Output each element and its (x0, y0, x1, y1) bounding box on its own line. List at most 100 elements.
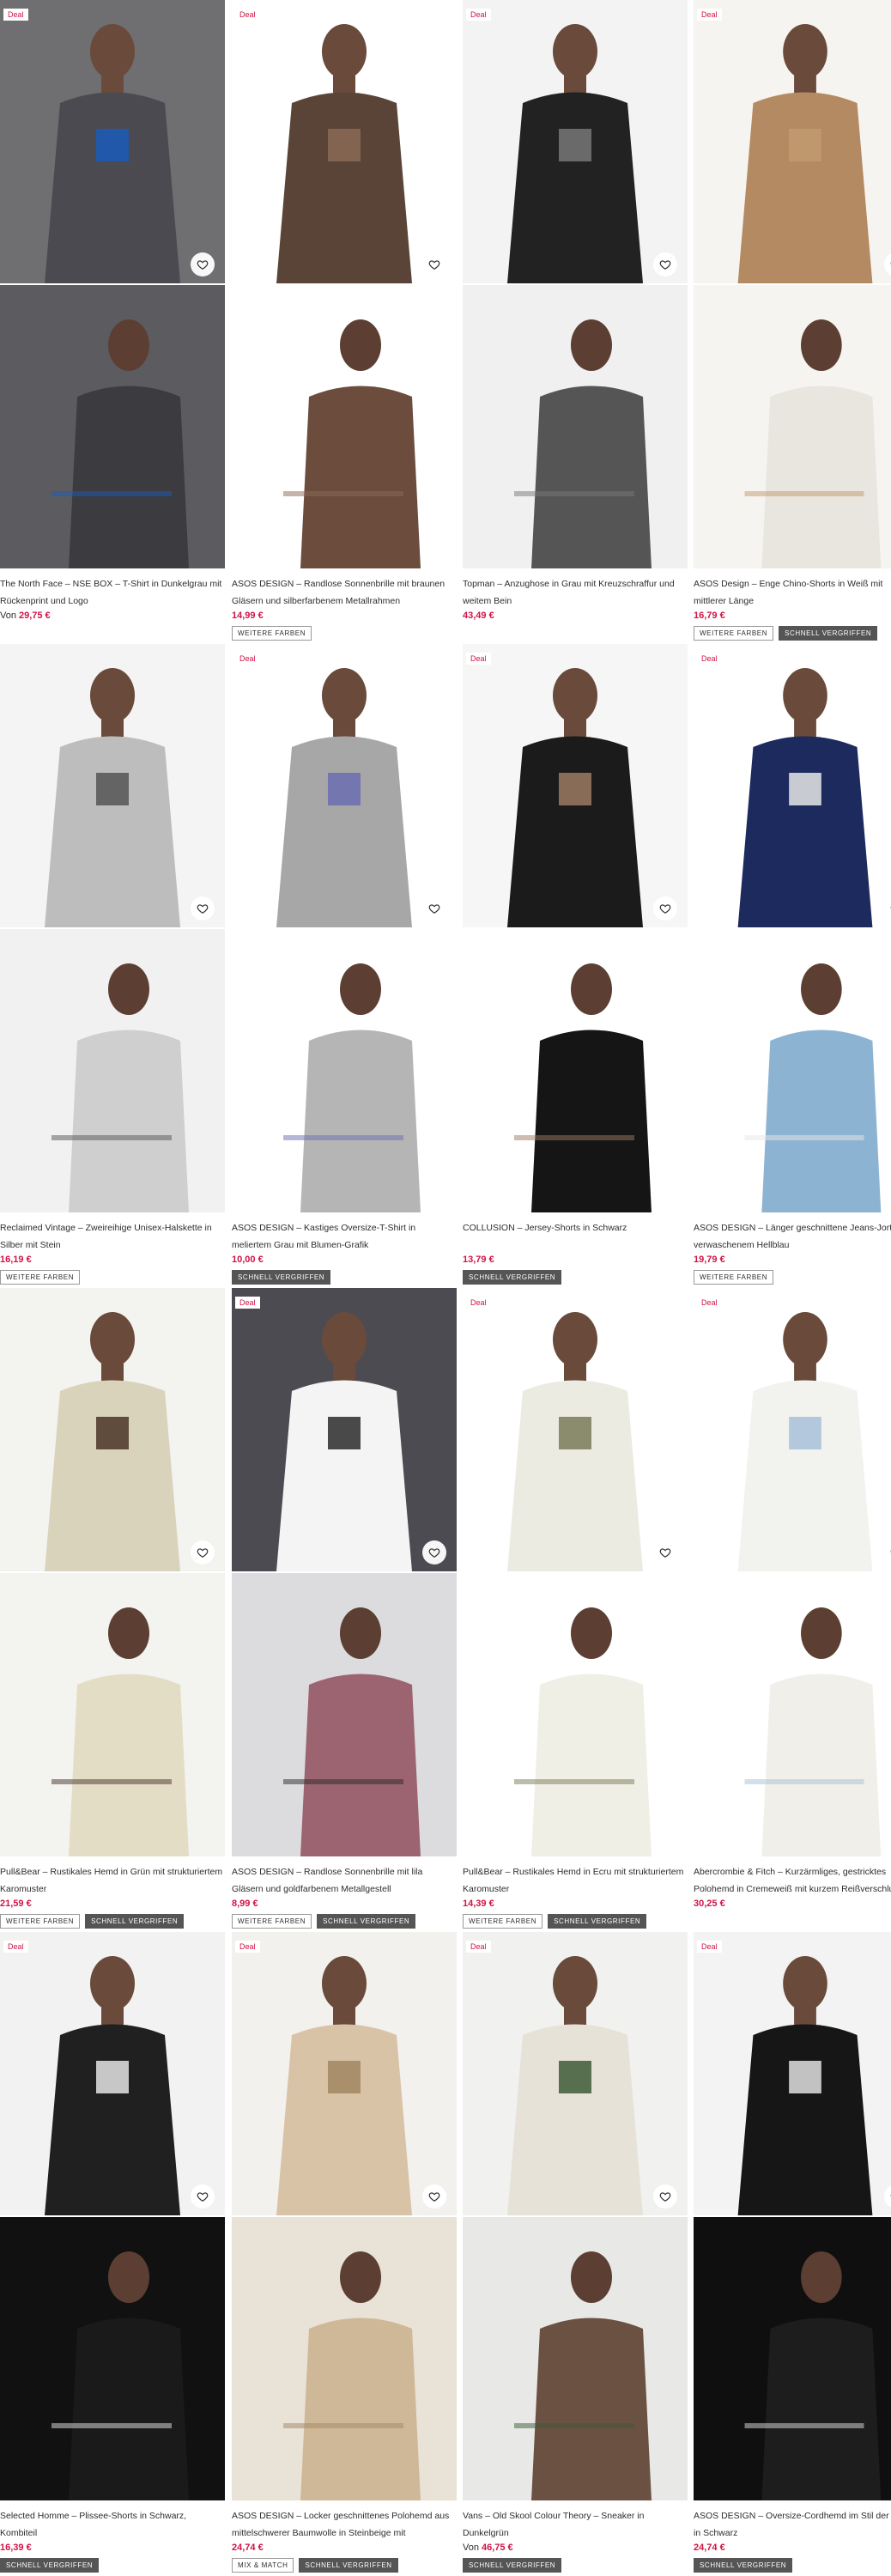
product-image-primary[interactable] (463, 644, 688, 927)
product-image-secondary[interactable] (694, 1573, 891, 1856)
save-for-later-heart-icon[interactable] (191, 2184, 215, 2208)
product-image-primary[interactable] (694, 1932, 891, 2215)
save-for-later-heart-icon[interactable] (653, 896, 677, 920)
more-colours-badge[interactable]: WEITERE FARBEN (463, 1914, 543, 1929)
product-image-primary[interactable] (232, 0, 457, 283)
product-image-secondary[interactable] (0, 285, 225, 568)
product-card[interactable]: Deal ASOS DESIGN – Randlose Sonnenbrille… (232, 0, 457, 642)
product-image-primary[interactable] (0, 0, 225, 283)
product-image-secondary[interactable] (232, 2217, 457, 2500)
product-image-gallery[interactable]: Deal (0, 1932, 225, 2500)
more-colours-badge[interactable]: WEITERE FARBEN (0, 1270, 81, 1285)
more-colours-badge[interactable]: WEITERE FARBEN (694, 1270, 774, 1285)
product-title[interactable]: ASOS DESIGN – Oversize-Cordhemd im Stil … (694, 2507, 891, 2542)
product-image-primary[interactable] (694, 1288, 891, 1571)
product-image-secondary[interactable] (0, 2217, 225, 2500)
product-card[interactable]: Deal Selected Homme – Plissee-Shorts in … (0, 1932, 225, 2574)
product-card[interactable]: Deal Vans – Old Skool Colour Theory – Sn… (463, 1932, 688, 2574)
product-image-secondary[interactable] (232, 285, 457, 568)
product-image-gallery[interactable]: Deal (232, 1288, 457, 1856)
product-card[interactable]: Pull&Bear – Rustikales Hemd in Grün mit … (0, 1288, 225, 1930)
save-for-later-heart-icon[interactable] (422, 252, 446, 276)
product-image-secondary[interactable] (463, 2217, 688, 2500)
product-image-secondary[interactable] (463, 285, 688, 568)
product-image-primary[interactable] (0, 1288, 225, 1571)
save-for-later-heart-icon[interactable] (191, 252, 215, 276)
product-card[interactable]: Deal Topman – Anzughose in Grau mit Kreu… (463, 0, 688, 642)
product-card[interactable]: Deal ASOS DESIGN – Kastiges Oversize-T-S… (232, 644, 457, 1286)
product-card[interactable]: Deal Abercrombie & Fitch – Kurzärmliges,… (694, 1288, 891, 1930)
product-image-secondary[interactable] (0, 929, 225, 1212)
product-card[interactable]: Deal ASOS DESIGN – Oversize-Cordhemd im … (694, 1932, 891, 2574)
save-for-later-heart-icon[interactable] (191, 1540, 215, 1564)
product-image-gallery[interactable]: Deal (694, 0, 891, 568)
save-for-later-heart-icon[interactable] (422, 896, 446, 920)
product-title[interactable]: ASOS Design – Enge Chino-Shorts in Weiß … (694, 575, 891, 610)
save-for-later-heart-icon[interactable] (422, 1540, 446, 1564)
product-title[interactable]: Selected Homme – Plissee-Shorts in Schwa… (0, 2507, 225, 2542)
save-for-later-heart-icon[interactable] (653, 252, 677, 276)
product-image-secondary[interactable] (694, 929, 891, 1212)
product-image-gallery[interactable]: Deal (232, 644, 457, 1212)
product-image-primary[interactable] (463, 0, 688, 283)
product-card[interactable]: Deal Pull&Bear – Rustikales Hemd in Ecru… (463, 1288, 688, 1930)
product-image-secondary[interactable] (463, 929, 688, 1212)
save-for-later-heart-icon[interactable] (653, 1540, 677, 1564)
product-card[interactable]: Deal ASOS Design – Enge Chino-Shorts in … (694, 0, 891, 642)
product-card[interactable]: Deal ASOS DESIGN – Länger geschnittene J… (694, 644, 891, 1286)
product-image-gallery[interactable]: Deal (463, 1288, 688, 1856)
mix-match-badge[interactable]: MIX & MATCH (232, 2558, 294, 2573)
product-title[interactable]: Pull&Bear – Rustikales Hemd in Grün mit … (0, 1863, 225, 1898)
product-image-gallery[interactable] (0, 644, 225, 1212)
product-card[interactable]: Deal The North Face – NSE BOX – T-Shirt … (0, 0, 225, 642)
product-image-gallery[interactable]: Deal (463, 1932, 688, 2500)
product-card[interactable]: Reclaimed Vintage – Zweireihige Unisex-H… (0, 644, 225, 1286)
product-image-gallery[interactable]: Deal (463, 644, 688, 1212)
product-image-primary[interactable] (232, 1288, 457, 1571)
product-title[interactable]: Topman – Anzughose in Grau mit Kreuzschr… (463, 575, 688, 610)
product-image-gallery[interactable]: Deal (463, 0, 688, 568)
product-image-secondary[interactable] (463, 1573, 688, 1856)
product-image-primary[interactable] (463, 1288, 688, 1571)
product-image-primary[interactable] (0, 1932, 225, 2215)
product-image-primary[interactable] (0, 644, 225, 927)
more-colours-badge[interactable]: WEITERE FARBEN (0, 1914, 81, 1929)
product-title[interactable]: Vans – Old Skool Colour Theory – Sneaker… (463, 2507, 688, 2542)
product-card[interactable]: Deal ASOS DESIGN – Locker geschnittenes … (232, 1932, 457, 2574)
product-image-secondary[interactable] (694, 285, 891, 568)
product-title[interactable]: ASOS DESIGN – Kastiges Oversize-T-Shirt … (232, 1219, 457, 1254)
product-image-primary[interactable] (463, 1932, 688, 2215)
product-title[interactable]: ASOS DESIGN – Länger geschnittene Jeans-… (694, 1219, 891, 1254)
more-colours-badge[interactable]: WEITERE FARBEN (694, 626, 774, 641)
save-for-later-heart-icon[interactable] (653, 2184, 677, 2208)
product-card[interactable]: Deal COLLUSION – Jersey-Shorts in Schwar… (463, 644, 688, 1286)
product-title[interactable]: COLLUSION – Jersey-Shorts in Schwarz (463, 1219, 688, 1254)
product-image-primary[interactable] (232, 1932, 457, 2215)
product-image-primary[interactable] (232, 644, 457, 927)
product-image-secondary[interactable] (694, 2217, 891, 2500)
product-card[interactable]: Deal ASOS DESIGN – Randlose Sonnenbrille… (232, 1288, 457, 1930)
product-image-gallery[interactable]: Deal (694, 644, 891, 1212)
product-image-gallery[interactable]: Deal (232, 0, 457, 568)
product-title[interactable]: Pull&Bear – Rustikales Hemd in Ecru mit … (463, 1863, 688, 1898)
save-for-later-heart-icon[interactable] (422, 2184, 446, 2208)
product-title[interactable]: Abercrombie & Fitch – Kurzärmliges, gest… (694, 1863, 891, 1898)
product-image-primary[interactable] (694, 644, 891, 927)
product-image-gallery[interactable]: Deal (694, 1932, 891, 2500)
more-colours-badge[interactable]: WEITERE FARBEN (232, 626, 312, 641)
product-image-secondary[interactable] (232, 1573, 457, 1856)
product-image-gallery[interactable] (0, 1288, 225, 1856)
product-image-gallery[interactable]: Deal (0, 0, 225, 568)
product-title[interactable]: The North Face – NSE BOX – T-Shirt in Du… (0, 575, 225, 610)
product-image-primary[interactable] (694, 0, 891, 283)
save-for-later-heart-icon[interactable] (191, 896, 215, 920)
product-image-gallery[interactable]: Deal (694, 1288, 891, 1856)
product-title[interactable]: ASOS DESIGN – Locker geschnittenes Poloh… (232, 2507, 457, 2542)
product-title[interactable]: ASOS DESIGN – Randlose Sonnenbrille mit … (232, 1863, 457, 1898)
product-title[interactable]: Reclaimed Vintage – Zweireihige Unisex-H… (0, 1219, 225, 1254)
more-colours-badge[interactable]: WEITERE FARBEN (232, 1914, 312, 1929)
product-image-secondary[interactable] (232, 929, 457, 1212)
product-title[interactable]: ASOS DESIGN – Randlose Sonnenbrille mit … (232, 575, 457, 610)
product-image-gallery[interactable]: Deal (232, 1932, 457, 2500)
product-image-secondary[interactable] (0, 1573, 225, 1856)
